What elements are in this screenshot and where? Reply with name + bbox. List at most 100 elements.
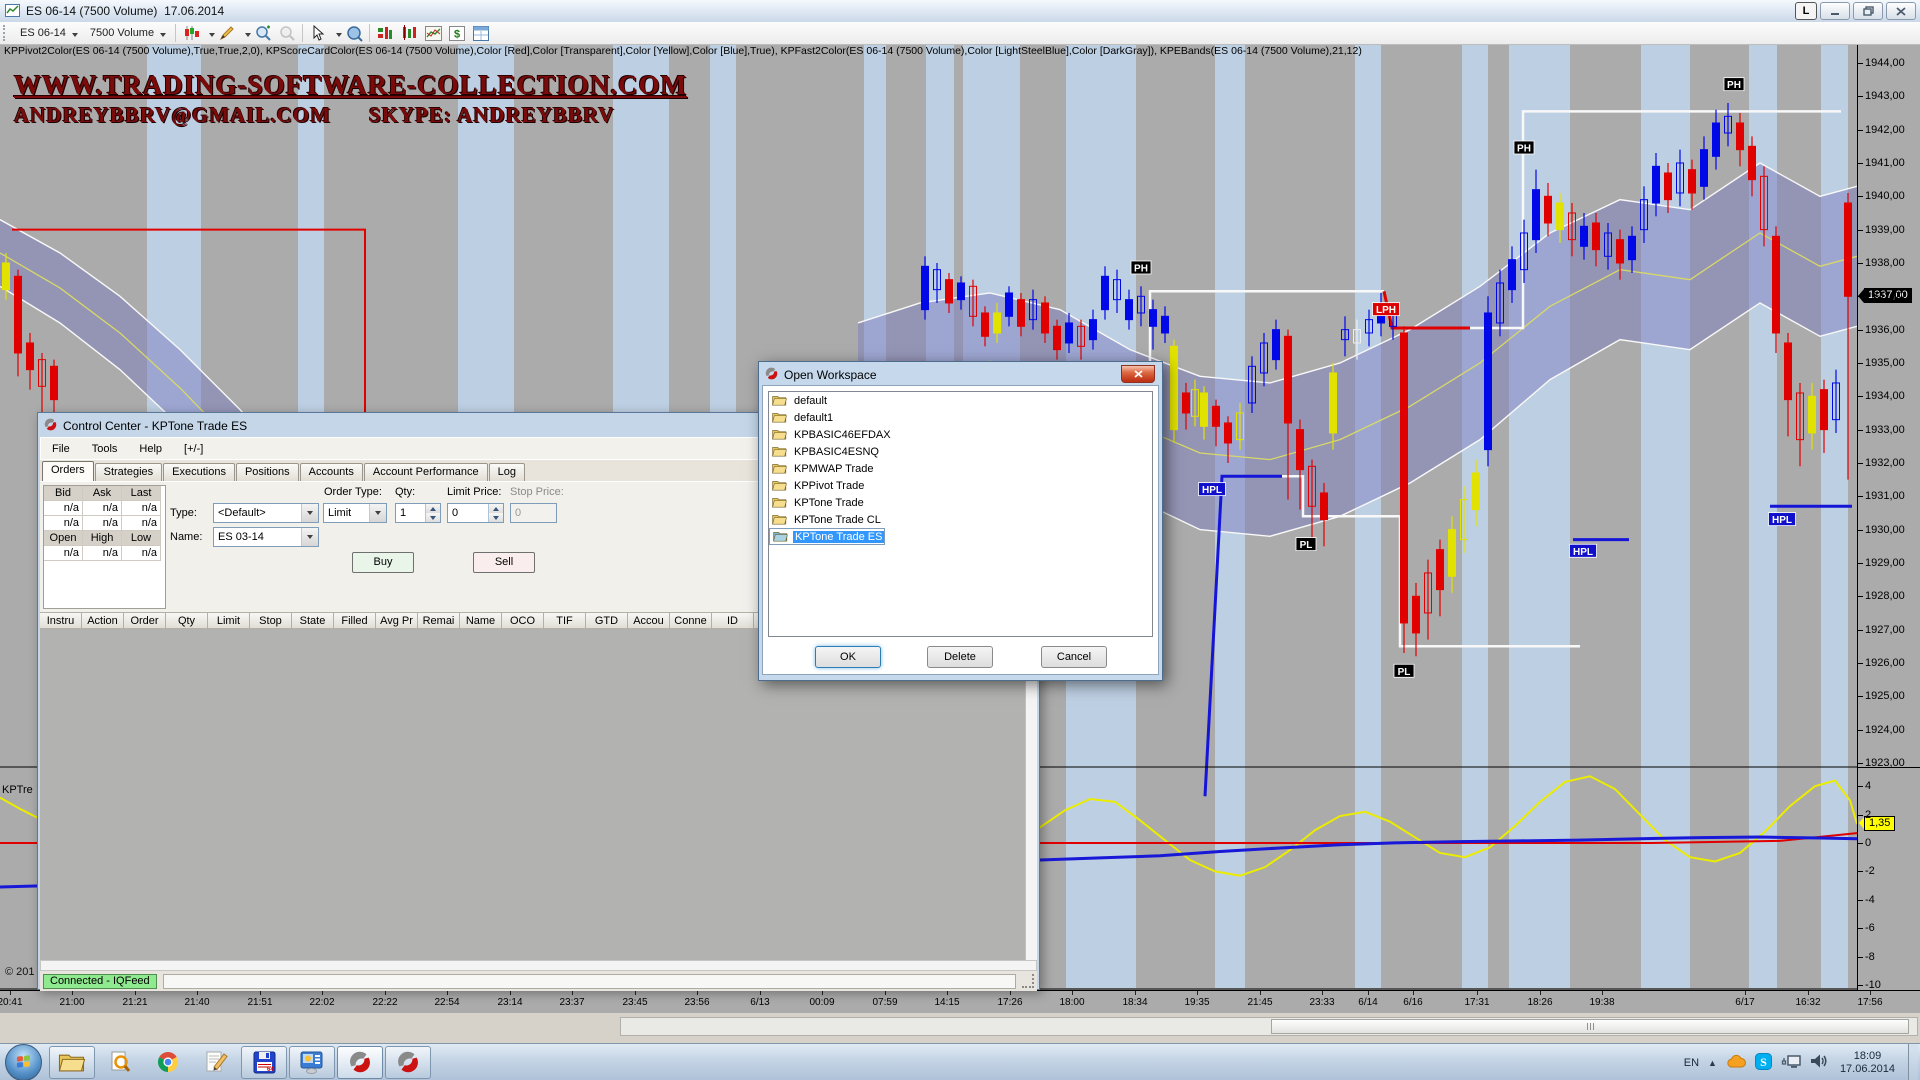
time-tick	[1477, 991, 1478, 995]
workspace-item[interactable]: default	[769, 392, 1152, 409]
horizontal-scrollbar-thumb[interactable]	[1271, 1019, 1909, 1034]
toolbar-grip[interactable]	[3, 25, 9, 41]
taskbar-explorer[interactable]	[49, 1046, 95, 1079]
chart-window-tool-icon[interactable]	[422, 23, 444, 43]
market-bars-icon[interactable]	[398, 23, 420, 43]
time-label: 6/16	[1403, 997, 1422, 1008]
grid-column-stop[interactable]: Stop	[250, 612, 292, 629]
start-button[interactable]	[5, 1044, 42, 1080]
grid-column-conne[interactable]: Conne	[670, 612, 712, 629]
limit-price-stepper[interactable]: 0	[447, 503, 504, 523]
dialog-titlebar[interactable]: Open Workspace	[762, 365, 1159, 385]
menu-item-[interactable]: [+/-]	[173, 443, 214, 455]
grid-column-tif[interactable]: TIF	[544, 612, 586, 629]
grid-column-gtd[interactable]: GTD	[586, 612, 628, 629]
grid-column-instru[interactable]: Instru	[40, 612, 82, 629]
cursor-icon[interactable]	[307, 23, 329, 43]
zoom-in-icon[interactable]	[252, 23, 274, 43]
workspace-item[interactable]: KPBASIC4ESNQ	[769, 443, 1152, 460]
taskbar-control-panel[interactable]	[289, 1046, 335, 1079]
grid-column-order[interactable]: Order	[124, 612, 166, 629]
grid-column-oco[interactable]: OCO	[502, 612, 544, 629]
folder-icon	[772, 394, 787, 407]
taskbar-notepad[interactable]	[193, 1046, 239, 1079]
workspace-item[interactable]: KPPivot Trade	[769, 477, 1152, 494]
chart-style-dropdown[interactable]	[209, 33, 215, 40]
chart-window-titlebar[interactable]: ES 06-14 (7500 Volume) 17.06.2014 L	[0, 0, 1920, 23]
grid-column-limit[interactable]: Limit	[208, 612, 250, 629]
workspace-list[interactable]: defaultdefault1KPBASIC46EFDAXKPBASIC4ESN…	[768, 391, 1153, 637]
cancel-button[interactable]: Cancel	[1041, 646, 1107, 668]
volume-icon[interactable]	[1810, 1053, 1827, 1072]
instrument-select[interactable]: ES 06-14	[14, 23, 84, 43]
workspace-item[interactable]: KPTone Trade CL	[769, 511, 1152, 528]
grid-column-accou[interactable]: Accou	[628, 612, 670, 629]
data-box-icon[interactable]	[343, 23, 365, 43]
time-tick	[635, 991, 636, 995]
grid-column-filled[interactable]: Filled	[334, 612, 376, 629]
taskbar-ninjatrader-1[interactable]	[337, 1046, 383, 1079]
chart-trader-icon[interactable]	[374, 23, 396, 43]
taskbar-floppy-save[interactable]: 64	[241, 1046, 287, 1079]
restore-button[interactable]	[1853, 2, 1883, 20]
tab-executions[interactable]: Executions	[163, 463, 235, 481]
grid-column-name[interactable]: Name	[460, 612, 502, 629]
account-dollar-icon[interactable]: $	[446, 23, 468, 43]
grid-column-avg-pr[interactable]: Avg Pr	[376, 612, 418, 629]
taskbar-ninjatrader-2[interactable]	[385, 1046, 431, 1079]
tab-positions[interactable]: Positions	[236, 463, 299, 481]
workspace-item[interactable]: KPMWAP Trade	[769, 460, 1152, 477]
drawing-tools-dropdown[interactable]	[245, 33, 251, 40]
sell-button[interactable]: Sell	[473, 552, 535, 573]
workspace-item[interactable]: KPTone Trade ES	[769, 528, 885, 545]
resize-grip[interactable]	[1022, 974, 1034, 988]
time-axis[interactable]: 20:4121:0021:2121:4021:5122:0222:2222:54…	[0, 990, 1920, 1013]
cursor-dropdown[interactable]	[336, 33, 342, 40]
qty-stepper[interactable]: 1	[395, 503, 441, 523]
show-desktop-button[interactable]	[1908, 1044, 1918, 1080]
taskbar-search[interactable]	[97, 1046, 143, 1079]
grid-column-remai[interactable]: Remai	[418, 612, 460, 629]
price-axis[interactable]: 1937,00 1,35 1944,001943,001942,001941,0…	[1857, 44, 1920, 990]
grid-column-action[interactable]: Action	[82, 612, 124, 629]
orders-grid-hscrollbar[interactable]	[40, 960, 1037, 971]
tab-strategies[interactable]: Strategies	[95, 463, 163, 481]
menu-item-file[interactable]: File	[41, 443, 81, 455]
language-indicator[interactable]: EN	[1684, 1057, 1699, 1069]
cloud-icon[interactable]	[1726, 1054, 1746, 1072]
close-icon[interactable]	[1121, 365, 1155, 383]
workspace-item[interactable]: KPTone Trade	[769, 494, 1152, 511]
close-icon[interactable]	[1886, 2, 1916, 20]
delete-button[interactable]: Delete	[927, 646, 993, 668]
grid-column-id[interactable]: ID	[712, 612, 754, 629]
tab-accounts[interactable]: Accounts	[300, 463, 363, 481]
ok-button[interactable]: OK	[815, 646, 881, 668]
atm-name-select[interactable]: ES 03-14	[213, 527, 319, 547]
minimize-button[interactable]	[1820, 2, 1850, 20]
workspace-item[interactable]: KPBASIC46EFDAX	[769, 426, 1152, 443]
workspace-item[interactable]: default1	[769, 409, 1152, 426]
tab-orders[interactable]: Orders	[42, 461, 94, 481]
tab-log[interactable]: Log	[489, 463, 525, 481]
tab-account-performance[interactable]: Account Performance	[364, 463, 488, 481]
grid-window-icon[interactable]	[470, 23, 492, 43]
menu-item-tools[interactable]: Tools	[81, 443, 129, 455]
grid-column-qty[interactable]: Qty	[166, 612, 208, 629]
horizontal-scrollbar[interactable]	[620, 1017, 1918, 1036]
link-button[interactable]: L	[1795, 2, 1817, 20]
network-icon[interactable]	[1781, 1053, 1801, 1072]
menu-item-help[interactable]: Help	[128, 443, 173, 455]
price-label: 1934,00	[1865, 390, 1905, 402]
grid-column-state[interactable]: State	[292, 612, 334, 629]
zoom-out-icon[interactable]	[276, 23, 298, 43]
account-type-select[interactable]: <Default>	[213, 503, 319, 523]
skype-icon[interactable]: S	[1755, 1053, 1772, 1073]
buy-button[interactable]: Buy	[352, 552, 414, 573]
taskbar-clock[interactable]: 18:09 17.06.2014	[1840, 1050, 1895, 1076]
drawing-tools-icon[interactable]	[216, 23, 238, 43]
taskbar-chrome[interactable]	[145, 1046, 191, 1079]
hidden-icons-arrow[interactable]: ▲	[1708, 1058, 1717, 1068]
interval-select[interactable]: 7500 Volume	[84, 23, 172, 43]
chart-style-icon[interactable]	[180, 23, 202, 43]
order-type-select[interactable]: Limit	[323, 503, 387, 523]
